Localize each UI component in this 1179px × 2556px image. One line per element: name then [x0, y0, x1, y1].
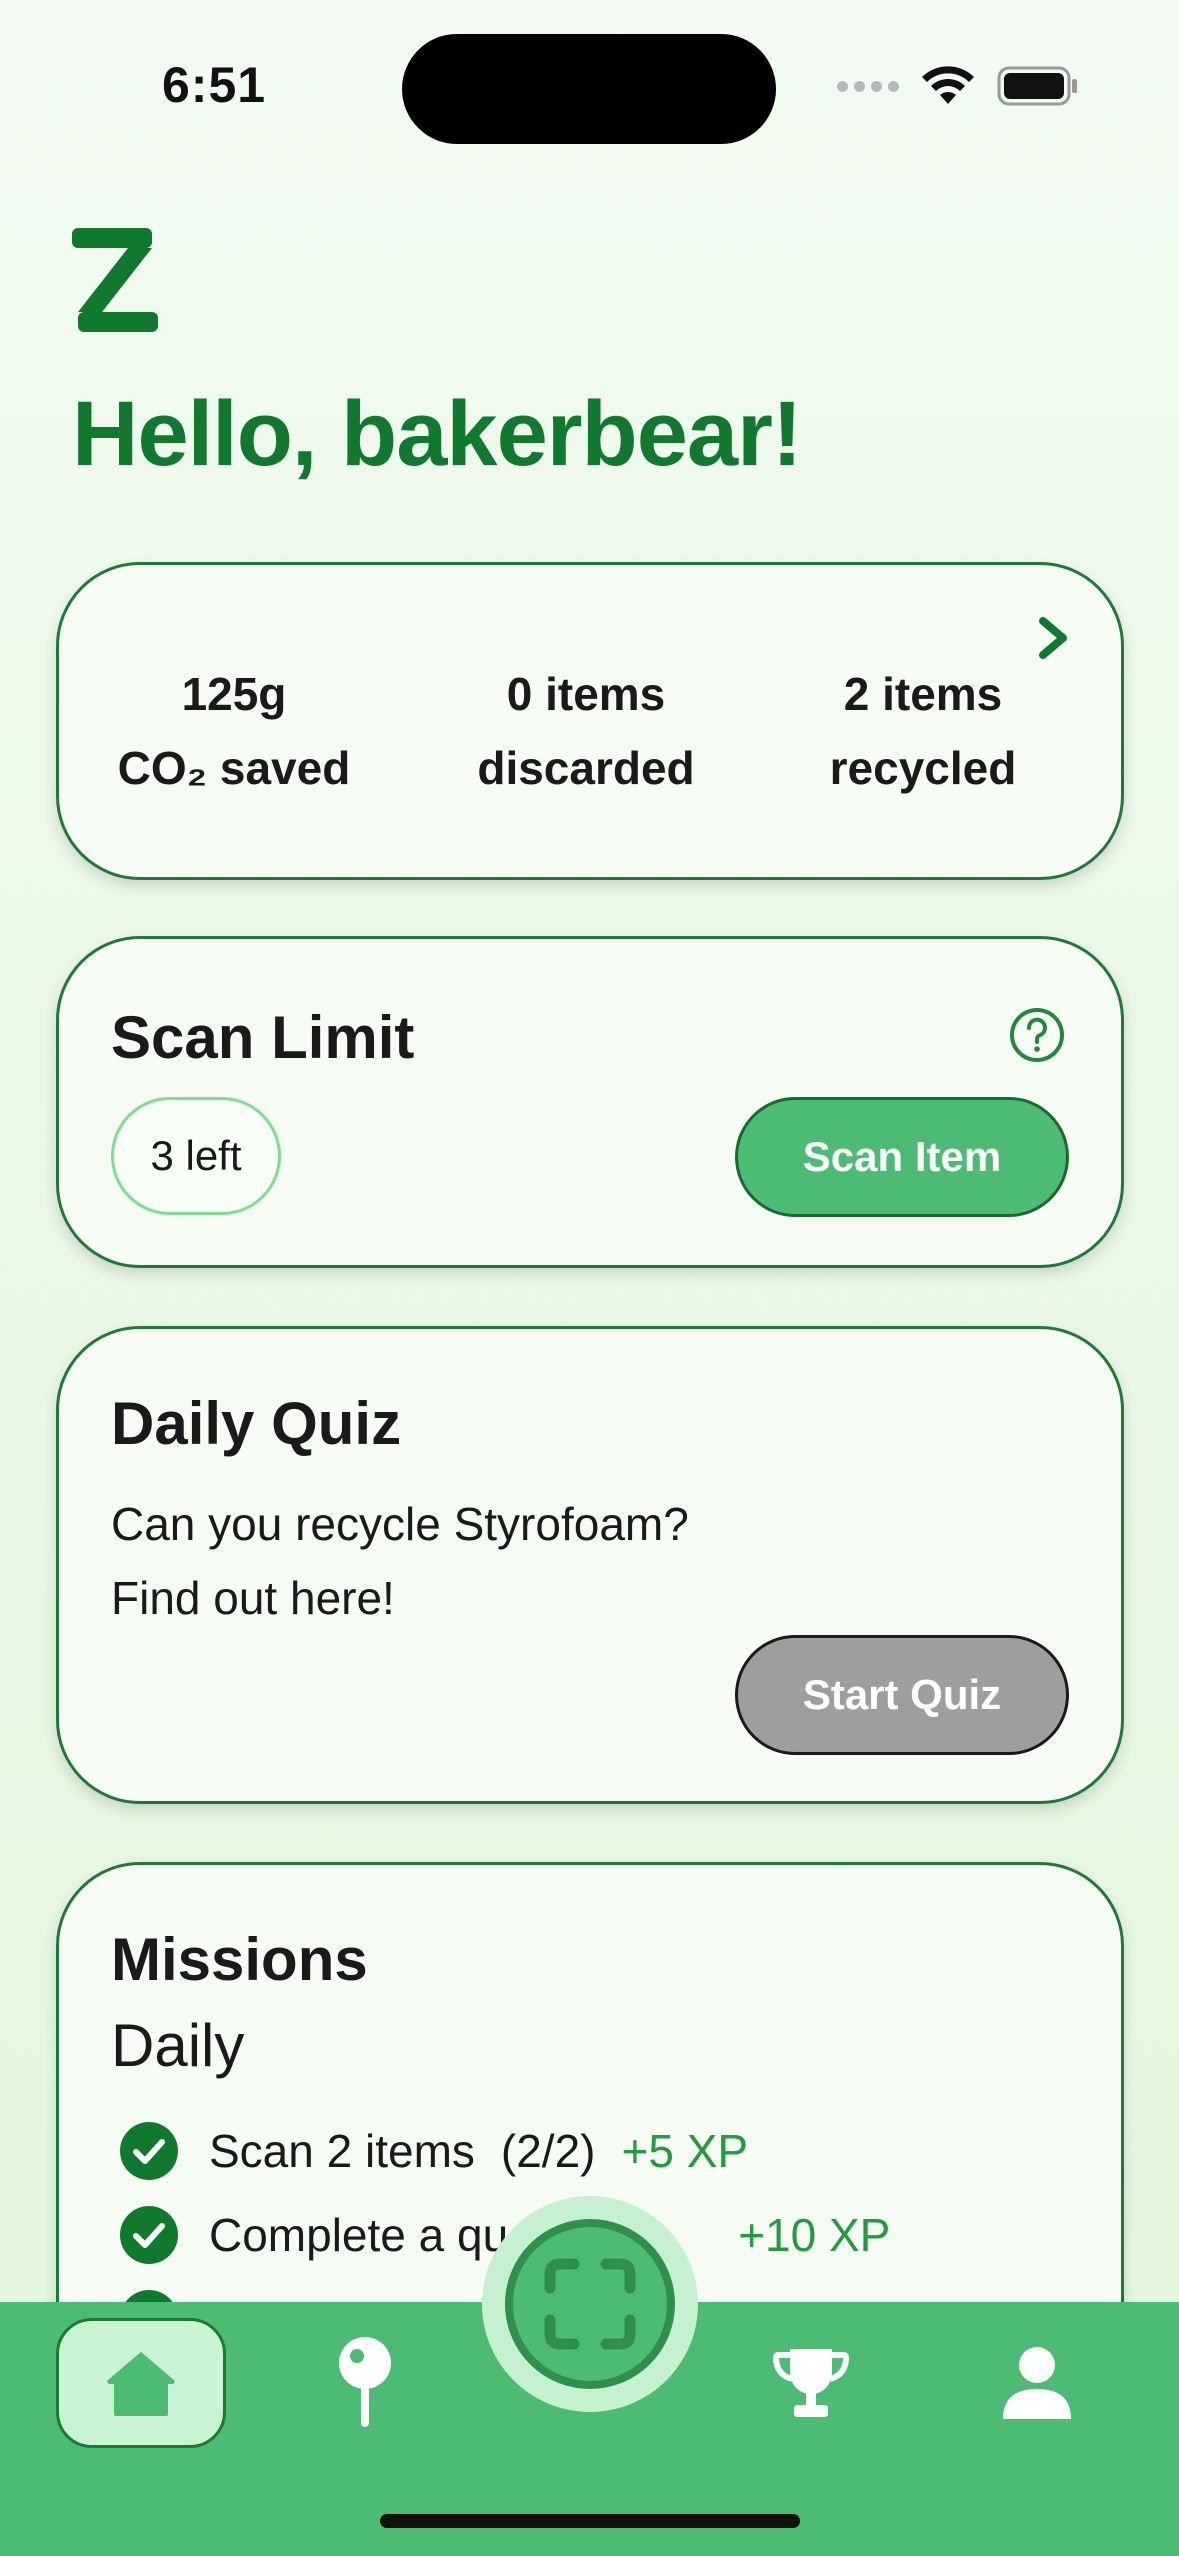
- cellular-signal-icon: [837, 80, 899, 92]
- tab-leaderboard[interactable]: [726, 2318, 896, 2448]
- scans-remaining-badge: 3 left: [111, 1097, 281, 1215]
- tab-home[interactable]: [56, 2318, 226, 2448]
- status-icons: [837, 66, 1079, 106]
- mission-item: Scan 2 items (2/2) +5 XP: [119, 2121, 748, 2181]
- mission-label: Complete a qu: [209, 2209, 509, 2261]
- dynamic-island: [402, 34, 776, 144]
- mission-progress: (2/2): [500, 2125, 596, 2177]
- greeting-title: Hello, bakerbear!: [72, 383, 803, 485]
- scan-frame-icon: [544, 2258, 636, 2350]
- scan-button[interactable]: [482, 2196, 698, 2412]
- mission-xp: +10 XP: [738, 2209, 891, 2261]
- status-time: 6:51: [162, 57, 267, 113]
- missions-title: Missions: [111, 1926, 368, 1993]
- checkmark-circle-icon: [120, 2206, 178, 2264]
- stat-items-discarded: 0 items discarded: [477, 668, 695, 794]
- map-pin-icon: [339, 2337, 391, 2427]
- stat-items-recycled: 2 items recycled: [829, 668, 1017, 794]
- help-icon[interactable]: [1009, 1007, 1065, 1063]
- stat-co2-saved: 125g CO₂ saved: [117, 668, 351, 794]
- home-icon: [107, 2352, 175, 2416]
- tab-map[interactable]: [280, 2318, 450, 2448]
- start-quiz-button[interactable]: Start Quiz: [735, 1635, 1069, 1755]
- trophy-icon: [772, 2349, 850, 2417]
- daily-quiz-title: Daily Quiz: [111, 1390, 402, 1457]
- scan-limit-title: Scan Limit: [111, 1004, 415, 1071]
- checkmark-circle-icon: [120, 2122, 178, 2180]
- missions-subtitle: Daily: [111, 2012, 245, 2079]
- status-bar: 6:51: [0, 0, 1179, 170]
- scan-item-button[interactable]: Scan Item: [735, 1097, 1069, 1217]
- scan-limit-card: Scan Limit 3 left Scan Item: [56, 936, 1124, 1268]
- wifi-icon: [922, 66, 974, 104]
- battery-icon: [997, 66, 1077, 106]
- chevron-right-icon[interactable]: [1037, 615, 1071, 661]
- daily-quiz-card: Daily Quiz Can you recycle Styrofoam? Fi…: [56, 1326, 1124, 1804]
- scan-button-inner: [505, 2219, 675, 2389]
- mission-xp: +5 XP: [621, 2125, 749, 2177]
- tab-profile[interactable]: [952, 2318, 1122, 2448]
- impact-stats-card[interactable]: 125g CO₂ saved 0 items discarded 2 items…: [56, 562, 1124, 880]
- quiz-description: Can you recycle Styrofoam? Find out here…: [111, 1498, 689, 1624]
- stats-row: 125g CO₂ saved 0 items discarded 2 items…: [59, 657, 1121, 805]
- home-indicator: [380, 2514, 800, 2528]
- app-logo-icon: [72, 228, 158, 332]
- mission-label: Scan 2 items: [209, 2125, 475, 2177]
- profile-icon: [1003, 2347, 1071, 2419]
